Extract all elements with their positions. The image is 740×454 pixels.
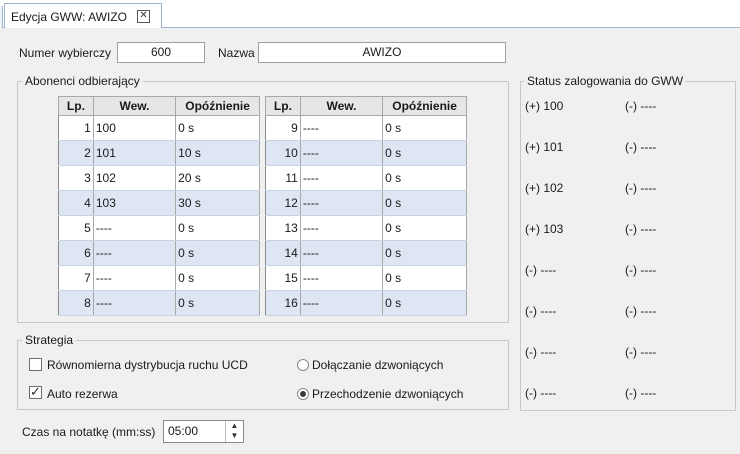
table-row[interactable]: 6 ---- 0 s bbox=[58, 240, 260, 266]
table-row[interactable]: 4 103 30 s bbox=[58, 190, 260, 216]
numer-label: Numer wybierczy bbox=[19, 46, 112, 60]
tab-strip: Edycja GWW: AWIZO ✕ bbox=[0, 0, 740, 29]
table-row[interactable]: 3 102 20 s bbox=[58, 165, 260, 191]
col-lp[interactable]: Lp. bbox=[58, 96, 94, 116]
abonenci-table-right[interactable]: Lp. Wew. Opóźnienie 9 ---- 0 s 10 ---- 0 s 1… bbox=[265, 96, 467, 316]
status-item: (+) 101 bbox=[525, 140, 564, 154]
col-lp[interactable]: Lp. bbox=[265, 96, 301, 116]
table-row[interactable]: 16 ---- 0 s bbox=[265, 290, 467, 316]
status-item: (-) ---- bbox=[525, 304, 557, 318]
tab-title: Edycja GWW: AWIZO bbox=[11, 9, 128, 24]
status-item: (-) ---- bbox=[625, 140, 657, 154]
przechodzenie-label[interactable]: Przechodzenie dzwoniących bbox=[312, 387, 463, 401]
czas-label: Czas na notatkę (mm:ss) bbox=[22, 425, 156, 439]
table-row[interactable]: 8 ---- 0 s bbox=[58, 290, 260, 316]
przechodzenie-radio[interactable] bbox=[297, 388, 309, 400]
spin-arrows-icon[interactable]: ▲ ▼ bbox=[225, 421, 243, 442]
status-item: (+) 103 bbox=[525, 222, 564, 236]
nazwa-label: Nazwa bbox=[218, 46, 255, 60]
status-item: (-) ---- bbox=[525, 263, 557, 277]
status-item: (-) ---- bbox=[625, 386, 657, 400]
status-item: (-) ---- bbox=[625, 304, 657, 318]
table-row[interactable]: 7 ---- 0 s bbox=[58, 265, 260, 291]
ucd-checkbox[interactable] bbox=[29, 358, 42, 371]
table-row[interactable]: 9 ---- 0 s bbox=[265, 115, 467, 141]
dolaczanie-label[interactable]: Dołączanie dzwoniących bbox=[312, 358, 443, 372]
status-item: (-) ---- bbox=[525, 345, 557, 359]
table-row[interactable]: 12 ---- 0 s bbox=[265, 190, 467, 216]
table-row[interactable]: 5 ---- 0 s bbox=[58, 215, 260, 241]
status-item: (-) ---- bbox=[625, 99, 657, 113]
table-row[interactable]: 15 ---- 0 s bbox=[265, 265, 467, 291]
table-row[interactable]: 11 ---- 0 s bbox=[265, 165, 467, 191]
status-item: (-) ---- bbox=[525, 386, 557, 400]
status-item: (-) ---- bbox=[625, 263, 657, 277]
close-icon[interactable]: ✕ bbox=[137, 10, 151, 23]
col-opoznienie[interactable]: Opóźnienie bbox=[382, 96, 467, 116]
status-item: (+) 102 bbox=[525, 181, 564, 195]
table-row[interactable]: 14 ---- 0 s bbox=[265, 240, 467, 266]
abonenci-title: Abonenci odbierający bbox=[22, 74, 143, 88]
table-row[interactable]: 10 ---- 0 s bbox=[265, 140, 467, 166]
col-opoznienie[interactable]: Opóźnienie bbox=[175, 96, 260, 116]
status-title: Status zalogowania do GWW bbox=[524, 74, 687, 88]
ucd-label[interactable]: Równomierna dystrybucja ruchu UCD bbox=[47, 358, 248, 372]
strategia-title: Strategia bbox=[22, 333, 77, 347]
auto-rezerwa-label[interactable]: Auto rezerwa bbox=[47, 387, 118, 401]
table-row[interactable]: 13 ---- 0 s bbox=[265, 215, 467, 241]
status-item: (+) 100 bbox=[525, 99, 564, 113]
edit-panel: Numer wybierczy 600 Nazwa AWIZO Abonenci… bbox=[0, 28, 740, 454]
abonenci-table-left[interactable]: Lp. Wew. Opóźnienie 1 100 0 s 2 101 10 s 3 10… bbox=[58, 96, 260, 316]
auto-rezerwa-checkbox[interactable] bbox=[29, 384, 42, 400]
table-row[interactable]: 1 100 0 s bbox=[58, 115, 260, 141]
col-wew[interactable]: Wew. bbox=[299, 96, 384, 116]
czas-value[interactable]: 05:00 bbox=[168, 424, 198, 438]
status-item: (-) ---- bbox=[625, 222, 657, 236]
nazwa-field[interactable]: AWIZO bbox=[258, 42, 506, 63]
col-wew[interactable]: Wew. bbox=[92, 96, 177, 116]
tab-edycja-gww[interactable]: Edycja GWW: AWIZO ✕ bbox=[4, 3, 162, 29]
previous-tab-edge[interactable] bbox=[0, 6, 3, 28]
status-item: (-) ---- bbox=[625, 345, 657, 359]
status-item: (-) ---- bbox=[625, 181, 657, 195]
dolaczanie-radio[interactable] bbox=[297, 359, 309, 371]
numer-field[interactable]: 600 bbox=[117, 42, 205, 63]
czas-spinner[interactable]: 05:00 ▲ ▼ bbox=[163, 420, 244, 443]
status-group bbox=[520, 81, 736, 411]
table-row[interactable]: 2 101 10 s bbox=[58, 140, 260, 166]
